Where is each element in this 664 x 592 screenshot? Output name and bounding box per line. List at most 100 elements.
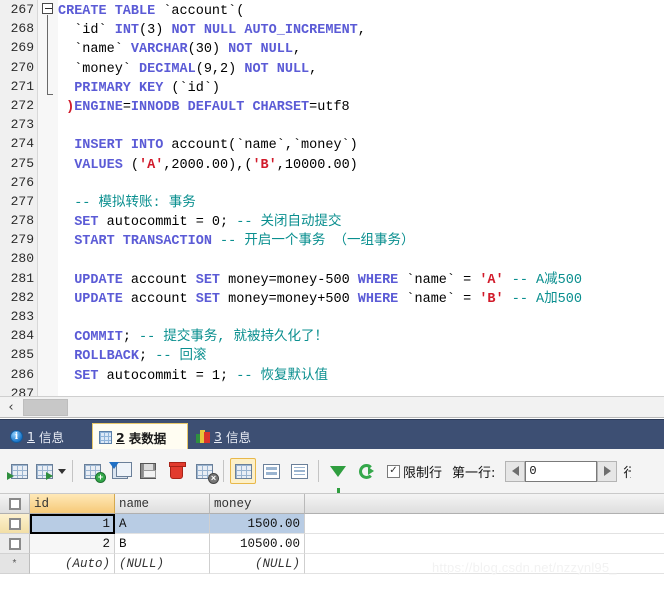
code-line[interactable]: `money` DECIMAL(9,2) NOT NULL,	[58, 58, 664, 77]
select-all-cell[interactable]	[0, 494, 30, 514]
editor-horizontal-scrollbar[interactable]: ‹	[0, 396, 664, 418]
filter-icon[interactable]	[325, 458, 351, 493]
tab-3-label: 信息	[225, 430, 251, 445]
line-number: 281	[10, 270, 34, 286]
cell-money-new[interactable]: (NULL)	[210, 554, 305, 574]
code-fold-gutter[interactable]	[38, 0, 58, 396]
cell-money-2[interactable]: 10500.00	[210, 534, 305, 554]
tab-1-number: 1	[27, 429, 35, 444]
line-number: 283	[10, 309, 34, 324]
toolbar-separator-1	[72, 460, 73, 482]
tab-info-3[interactable]: 3 信息	[190, 423, 278, 450]
code-line[interactable]: INSERT INTO account(`name`,`money`)	[58, 134, 664, 153]
tab-info-1[interactable]: i 1 信息	[4, 423, 92, 450]
discard-changes-icon[interactable]: ×	[191, 458, 219, 484]
duplicate-record-icon[interactable]	[107, 458, 133, 484]
cell-id-new[interactable]: (Auto)	[30, 554, 115, 574]
tab-1-label: 信息	[38, 430, 64, 445]
code-line-text: `name` VARCHAR(30) NOT NULL,	[58, 42, 302, 58]
grid-view-icon[interactable]	[230, 458, 256, 484]
refresh-icon[interactable]	[353, 458, 379, 484]
fold-toggle-icon[interactable]	[42, 3, 53, 14]
trailing-row-label: 行	[623, 465, 632, 481]
cell-id-2[interactable]: 2	[30, 534, 115, 554]
code-line-text: INSERT INTO account(`name`,`money`)	[74, 138, 358, 154]
code-line-text: SET autocommit = 1; -- 恢复默认值	[74, 368, 329, 384]
code-line[interactable]: START TRANSACTION -- 开启一个事务 （一组事务）	[58, 230, 664, 249]
data-grid[interactable]: id name money 1 A 1500.00 2 B 10500.00 *…	[0, 494, 664, 592]
cell-name-new[interactable]: (NULL)	[115, 554, 210, 574]
code-line[interactable]	[58, 384, 664, 396]
line-number: 271	[10, 78, 34, 94]
add-record-icon[interactable]: +	[79, 458, 106, 484]
limit-rows-label: 限制行	[403, 465, 443, 481]
code-text-area[interactable]: CREATE TABLE `account`( `id` INT(3) NOT …	[58, 0, 664, 396]
line-number: 286	[10, 366, 34, 382]
code-line[interactable]: COMMIT; -- 提交事务, 就被持久化了！	[58, 326, 664, 345]
limit-rows-checkbox[interactable]: ✓	[387, 464, 400, 478]
code-line[interactable]: VALUES ('A',2000.00),('B',10000.00)	[58, 154, 664, 173]
code-line-text: UPDATE account SET money=money-500 WHERE…	[74, 272, 582, 288]
code-line-text: `id` INT(3) NOT NULL AUTO_INCREMENT,	[58, 23, 366, 39]
export-wizard-icon[interactable]	[34, 458, 54, 484]
row-filler-1	[305, 514, 664, 534]
line-number: 269	[10, 40, 34, 56]
first-row-next-button[interactable]	[597, 460, 618, 482]
code-line[interactable]: )ENGINE=INNODB DEFAULT CHARSET=utf8	[58, 96, 664, 115]
code-line[interactable]: ROLLBACK; -- 回滚	[58, 345, 664, 364]
chart-icon	[196, 430, 210, 443]
code-line[interactable]	[58, 115, 664, 134]
tab-2-number: 2	[116, 429, 125, 445]
table-row[interactable]: 1 A 1500.00	[0, 514, 664, 534]
sql-editor[interactable]: CREATE TABLE `account`( `id` INT(3) NOT …	[0, 0, 664, 396]
delete-record-icon[interactable]	[163, 458, 189, 484]
column-header-id[interactable]: id	[30, 494, 115, 514]
column-header-money[interactable]: money	[210, 494, 305, 514]
code-line[interactable]: SET autocommit = 1; -- 恢复默认值	[58, 365, 664, 384]
code-line-text: CREATE TABLE `account`(	[58, 4, 245, 19]
table-row[interactable]: 2 B 10500.00	[0, 534, 664, 554]
first-row-input[interactable]	[525, 460, 598, 482]
scroll-left-arrow-icon[interactable]: ‹	[0, 397, 22, 418]
code-line[interactable]	[58, 173, 664, 192]
code-line[interactable]	[58, 307, 664, 326]
code-line-text: PRIMARY KEY (`id`)	[74, 80, 221, 96]
scrollbar-thumb[interactable]	[23, 399, 68, 416]
code-line[interactable]: CREATE TABLE `account`(	[58, 0, 664, 19]
first-row-prev-button[interactable]	[505, 460, 526, 482]
cell-name-2[interactable]: B	[115, 534, 210, 554]
toolbar-separator-2	[223, 460, 224, 482]
note-view-icon[interactable]	[286, 458, 312, 484]
code-line-text: COMMIT; -- 提交事务, 就被持久化了！	[74, 330, 329, 346]
column-header-name[interactable]: name	[115, 494, 210, 514]
code-line[interactable]: SET autocommit = 0; -- 关闭自动提交	[58, 211, 664, 230]
cell-money-1[interactable]: 1500.00	[210, 514, 305, 534]
code-line-text: )ENGINE=INNODB DEFAULT CHARSET=utf8	[58, 99, 350, 115]
tab-2-label: 表数据	[128, 430, 167, 446]
row-selector-1[interactable]	[0, 514, 30, 534]
line-number: 270	[10, 59, 34, 75]
code-line[interactable]: PRIMARY KEY (`id`)	[58, 77, 664, 96]
tab-table-data-2[interactable]: 2 表数据	[92, 423, 188, 450]
line-number: 277	[10, 193, 34, 209]
line-number: 278	[10, 213, 34, 229]
line-number: 279	[10, 232, 34, 248]
line-number: 285	[10, 347, 34, 363]
data-grid-header-row: id name money	[0, 494, 664, 514]
form-view-icon[interactable]	[258, 458, 284, 484]
code-line[interactable]: `id` INT(3) NOT NULL AUTO_INCREMENT,	[58, 19, 664, 38]
cell-id-1[interactable]: 1	[30, 514, 115, 534]
cell-name-1[interactable]: A	[115, 514, 210, 534]
code-line[interactable]	[58, 249, 664, 268]
line-number: 280	[10, 251, 34, 267]
export-dropdown-icon[interactable]	[58, 468, 66, 474]
import-wizard-icon[interactable]	[6, 458, 32, 484]
code-line[interactable]: UPDATE account SET money=money+500 WHERE…	[58, 288, 664, 307]
code-line[interactable]: `name` VARCHAR(30) NOT NULL,	[58, 38, 664, 57]
info-icon: i	[10, 430, 23, 443]
line-number: 272	[10, 97, 34, 113]
row-selector-2[interactable]	[0, 534, 30, 554]
code-line[interactable]: UPDATE account SET money=money-500 WHERE…	[58, 269, 664, 288]
code-line[interactable]: -- 模拟转账: 事务	[58, 192, 664, 211]
apply-changes-icon[interactable]	[135, 458, 161, 484]
